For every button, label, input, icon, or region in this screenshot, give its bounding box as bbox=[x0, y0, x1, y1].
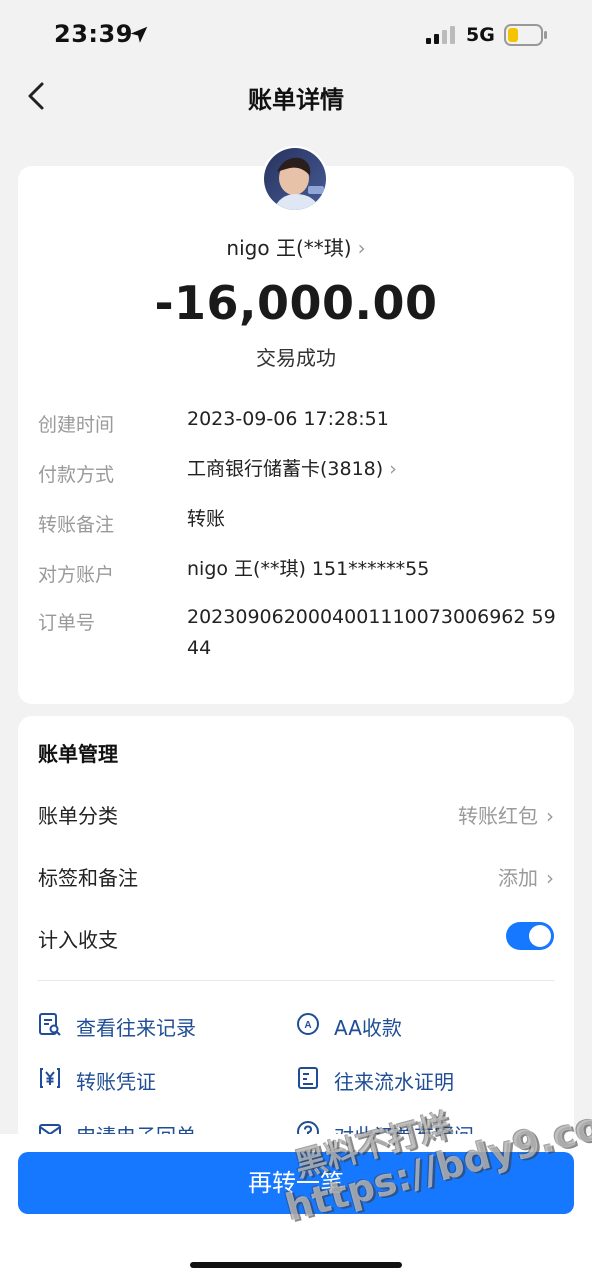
aa-collect-icon: A bbox=[297, 1013, 319, 1035]
row-value: 转账红包 › bbox=[458, 804, 554, 828]
row-label: 计入收支 bbox=[38, 928, 118, 952]
network-type: 5G bbox=[466, 24, 495, 46]
avatar[interactable] bbox=[262, 146, 328, 212]
detail-value: 工商银行储蓄卡(3818) › bbox=[187, 458, 397, 480]
bill-category-row[interactable]: 账单分类 转账红包 › bbox=[38, 792, 554, 832]
svg-text:A: A bbox=[304, 1020, 311, 1031]
detail-label: 订单号 bbox=[38, 612, 96, 634]
signal-bars-icon bbox=[426, 26, 455, 44]
detail-label: 创建时间 bbox=[38, 414, 115, 436]
location-arrow-icon bbox=[130, 26, 148, 43]
action-view-records[interactable]: 查看往来记录 bbox=[38, 1008, 278, 1042]
row-value: 添加 › bbox=[498, 866, 554, 890]
status-bar: 23:39 5G bbox=[0, 0, 592, 70]
section-title: 账单管理 bbox=[38, 742, 118, 766]
amount: -16,000.00 bbox=[154, 276, 438, 330]
row-label: 账单分类 bbox=[38, 804, 118, 828]
chevron-right-icon: › bbox=[389, 458, 397, 480]
payee-name[interactable]: nigo 王(**琪) › bbox=[0, 232, 592, 261]
records-search-icon bbox=[39, 1013, 61, 1036]
detail-value: 2023090620004001110073006962 5944 bbox=[187, 606, 556, 659]
nav-bar: 账单详情 bbox=[0, 70, 592, 126]
tags-notes-row[interactable]: 标签和备注 添加 › bbox=[38, 854, 554, 894]
include-toggle[interactable] bbox=[506, 922, 554, 950]
home-indicator bbox=[190, 1262, 402, 1268]
chevron-right-icon: › bbox=[357, 236, 366, 260]
transaction-status: 交易成功 bbox=[256, 346, 336, 370]
status-time: 23:39 bbox=[54, 20, 133, 48]
detail-value: nigo 王(**琪) 151******55 bbox=[187, 558, 430, 580]
chevron-right-icon: › bbox=[546, 804, 554, 828]
yuan-voucher-icon bbox=[40, 1068, 60, 1088]
detail-label: 付款方式 bbox=[38, 464, 115, 486]
battery-low-icon bbox=[504, 24, 547, 46]
detail-value: 转账 bbox=[187, 508, 226, 530]
row-label: 标签和备注 bbox=[38, 866, 138, 890]
action-aa-collect[interactable]: A AA收款 bbox=[296, 1008, 536, 1042]
statement-proof-icon bbox=[298, 1067, 318, 1089]
detail-label: 对方账户 bbox=[38, 564, 115, 586]
detail-label: 转账备注 bbox=[38, 514, 115, 536]
toggle-knob bbox=[529, 925, 551, 947]
page-title: 账单详情 bbox=[248, 86, 344, 114]
chevron-right-icon: › bbox=[546, 866, 554, 890]
detail-value: 2023-09-06 17:28:51 bbox=[187, 408, 389, 430]
action-transfer-voucher[interactable]: 转账凭证 bbox=[38, 1062, 278, 1096]
divider bbox=[38, 980, 554, 981]
include-in-budget-row: 计入收支 bbox=[38, 916, 554, 956]
